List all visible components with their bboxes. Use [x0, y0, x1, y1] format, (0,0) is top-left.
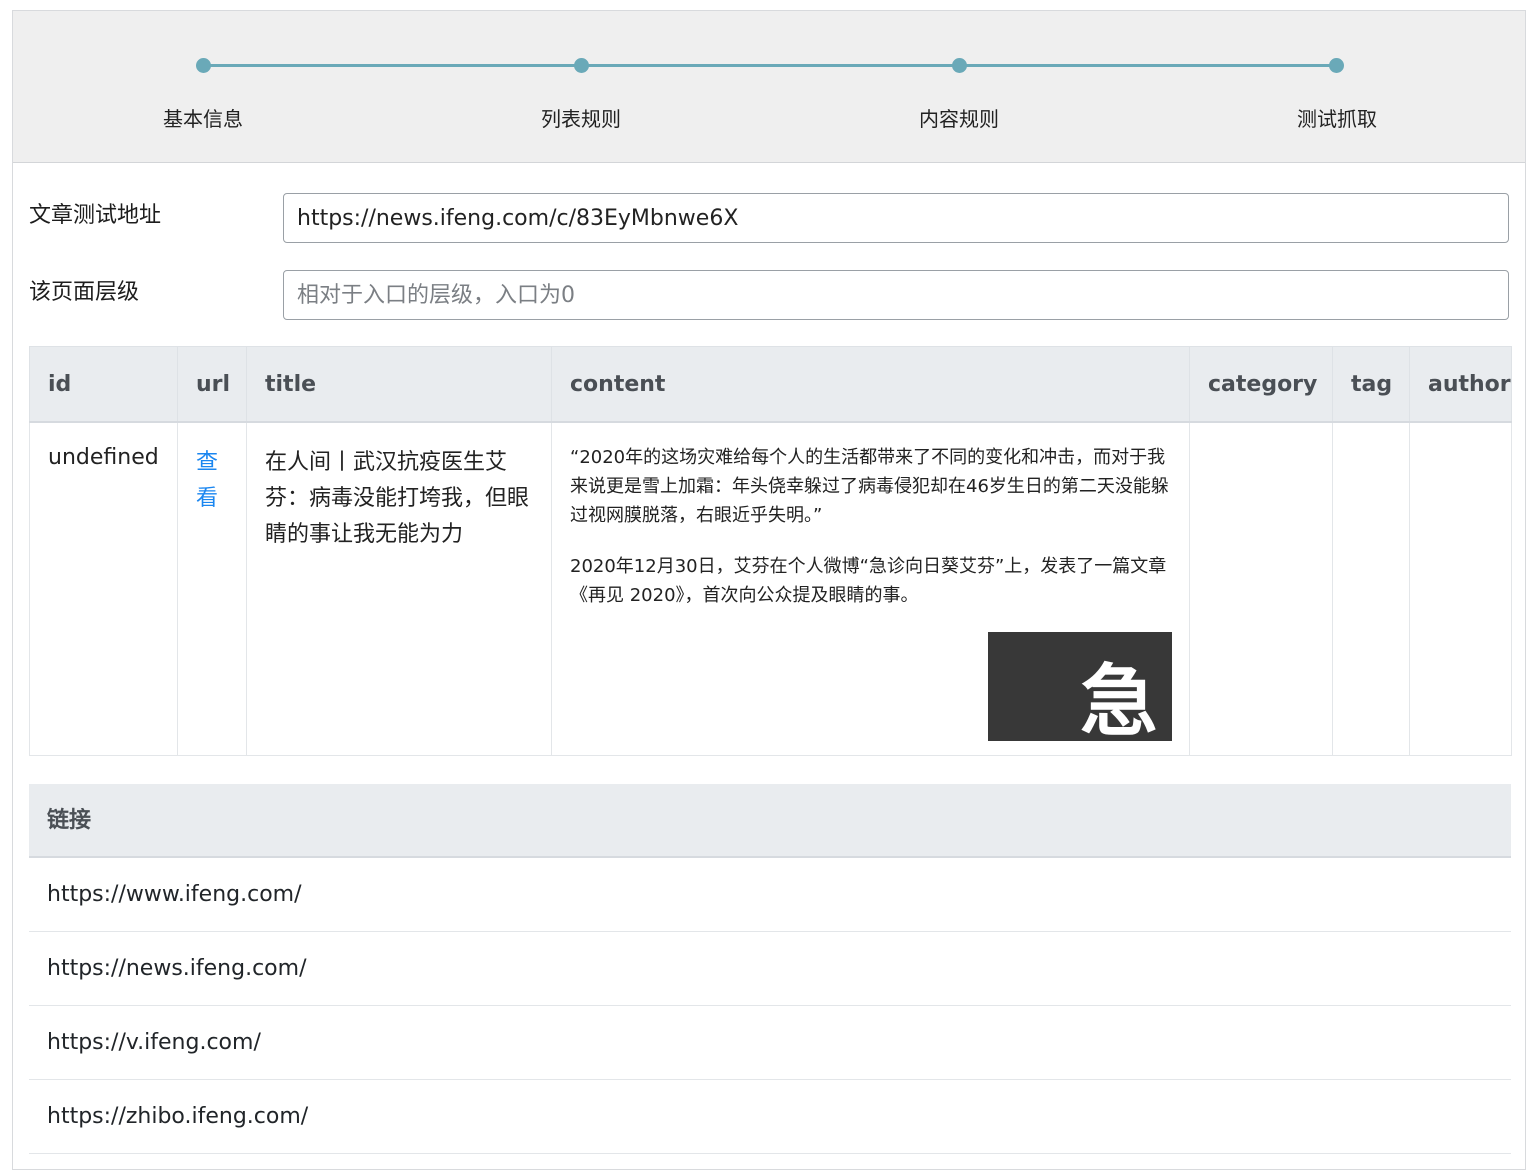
- content-image: 急: [988, 632, 1172, 741]
- cell-tag: [1332, 421, 1410, 756]
- result-table-header-row: id url title content category tag author: [29, 346, 1512, 423]
- content-image-glyph: 急: [1079, 656, 1158, 741]
- content-paragraph: 2020年12月30日，艾芬在个人微博“急诊向日葵艾芬”上，发表了一篇文章《再见…: [570, 556, 1167, 606]
- column-header-content: content: [551, 346, 1190, 423]
- column-header-url: url: [177, 346, 247, 423]
- step-label-content-rules[interactable]: 内容规则: [859, 103, 1059, 132]
- page-level-label: 该页面层级: [29, 280, 140, 305]
- links-header: 链接: [29, 784, 1511, 858]
- list-item[interactable]: https://zhibo.ifeng.com/: [29, 1080, 1511, 1154]
- list-item[interactable]: https://news.ifeng.com/: [29, 932, 1511, 1006]
- crawler-test-panel: 基本信息 列表规则 内容规则 测试抓取 文章测试地址 该页面层级 id url …: [12, 10, 1526, 1170]
- content-paragraph: “2020年的这场灾难给每个人的生活都带来了不同的变化和冲击，而对于我来说更是雪…: [570, 447, 1169, 526]
- step-dot-content-rules[interactable]: [952, 58, 967, 73]
- column-header-id: id: [29, 346, 178, 423]
- cell-id: undefined: [29, 421, 178, 756]
- page-level-input[interactable]: [283, 270, 1509, 320]
- cell-content: “2020年的这场灾难给每个人的生活都带来了不同的变化和冲击，而对于我来说更是雪…: [551, 421, 1190, 756]
- list-item[interactable]: https://v.ifeng.com/: [29, 1006, 1511, 1080]
- cell-url: 查看: [177, 421, 247, 756]
- article-url-label: 文章测试地址: [29, 203, 162, 228]
- table-row: undefined 查看 在人间丨武汉抗疫医生艾芬：病毒没能打垮我，但眼睛的事让…: [29, 421, 1512, 756]
- step-dot-test-crawl[interactable]: [1329, 58, 1344, 73]
- step-label-basic-info[interactable]: 基本信息: [103, 103, 303, 132]
- view-link[interactable]: 查看: [196, 445, 220, 517]
- steps-progress: 基本信息 列表规则 内容规则 测试抓取: [13, 11, 1525, 163]
- links-table: 链接 https://www.ifeng.com/ https://news.i…: [29, 784, 1511, 1154]
- column-header-tag: tag: [1332, 346, 1410, 423]
- list-item[interactable]: https://www.ifeng.com/: [29, 858, 1511, 932]
- column-header-title: title: [246, 346, 552, 423]
- column-header-author: author: [1409, 346, 1512, 423]
- result-table: id url title content category tag author…: [29, 346, 1512, 756]
- step-dot-list-rules[interactable]: [574, 58, 589, 73]
- article-url-input[interactable]: [283, 193, 1509, 243]
- steps-progress-line: [203, 64, 1336, 67]
- cell-title: 在人间丨武汉抗疫医生艾芬：病毒没能打垮我，但眼睛的事让我无能为力: [246, 421, 552, 756]
- cell-author: [1409, 421, 1512, 756]
- step-dot-basic-info[interactable]: [196, 58, 211, 73]
- step-label-test-crawl[interactable]: 测试抓取: [1237, 103, 1437, 132]
- step-label-list-rules[interactable]: 列表规则: [481, 103, 681, 132]
- cell-category: [1189, 421, 1333, 756]
- column-header-category: category: [1189, 346, 1333, 423]
